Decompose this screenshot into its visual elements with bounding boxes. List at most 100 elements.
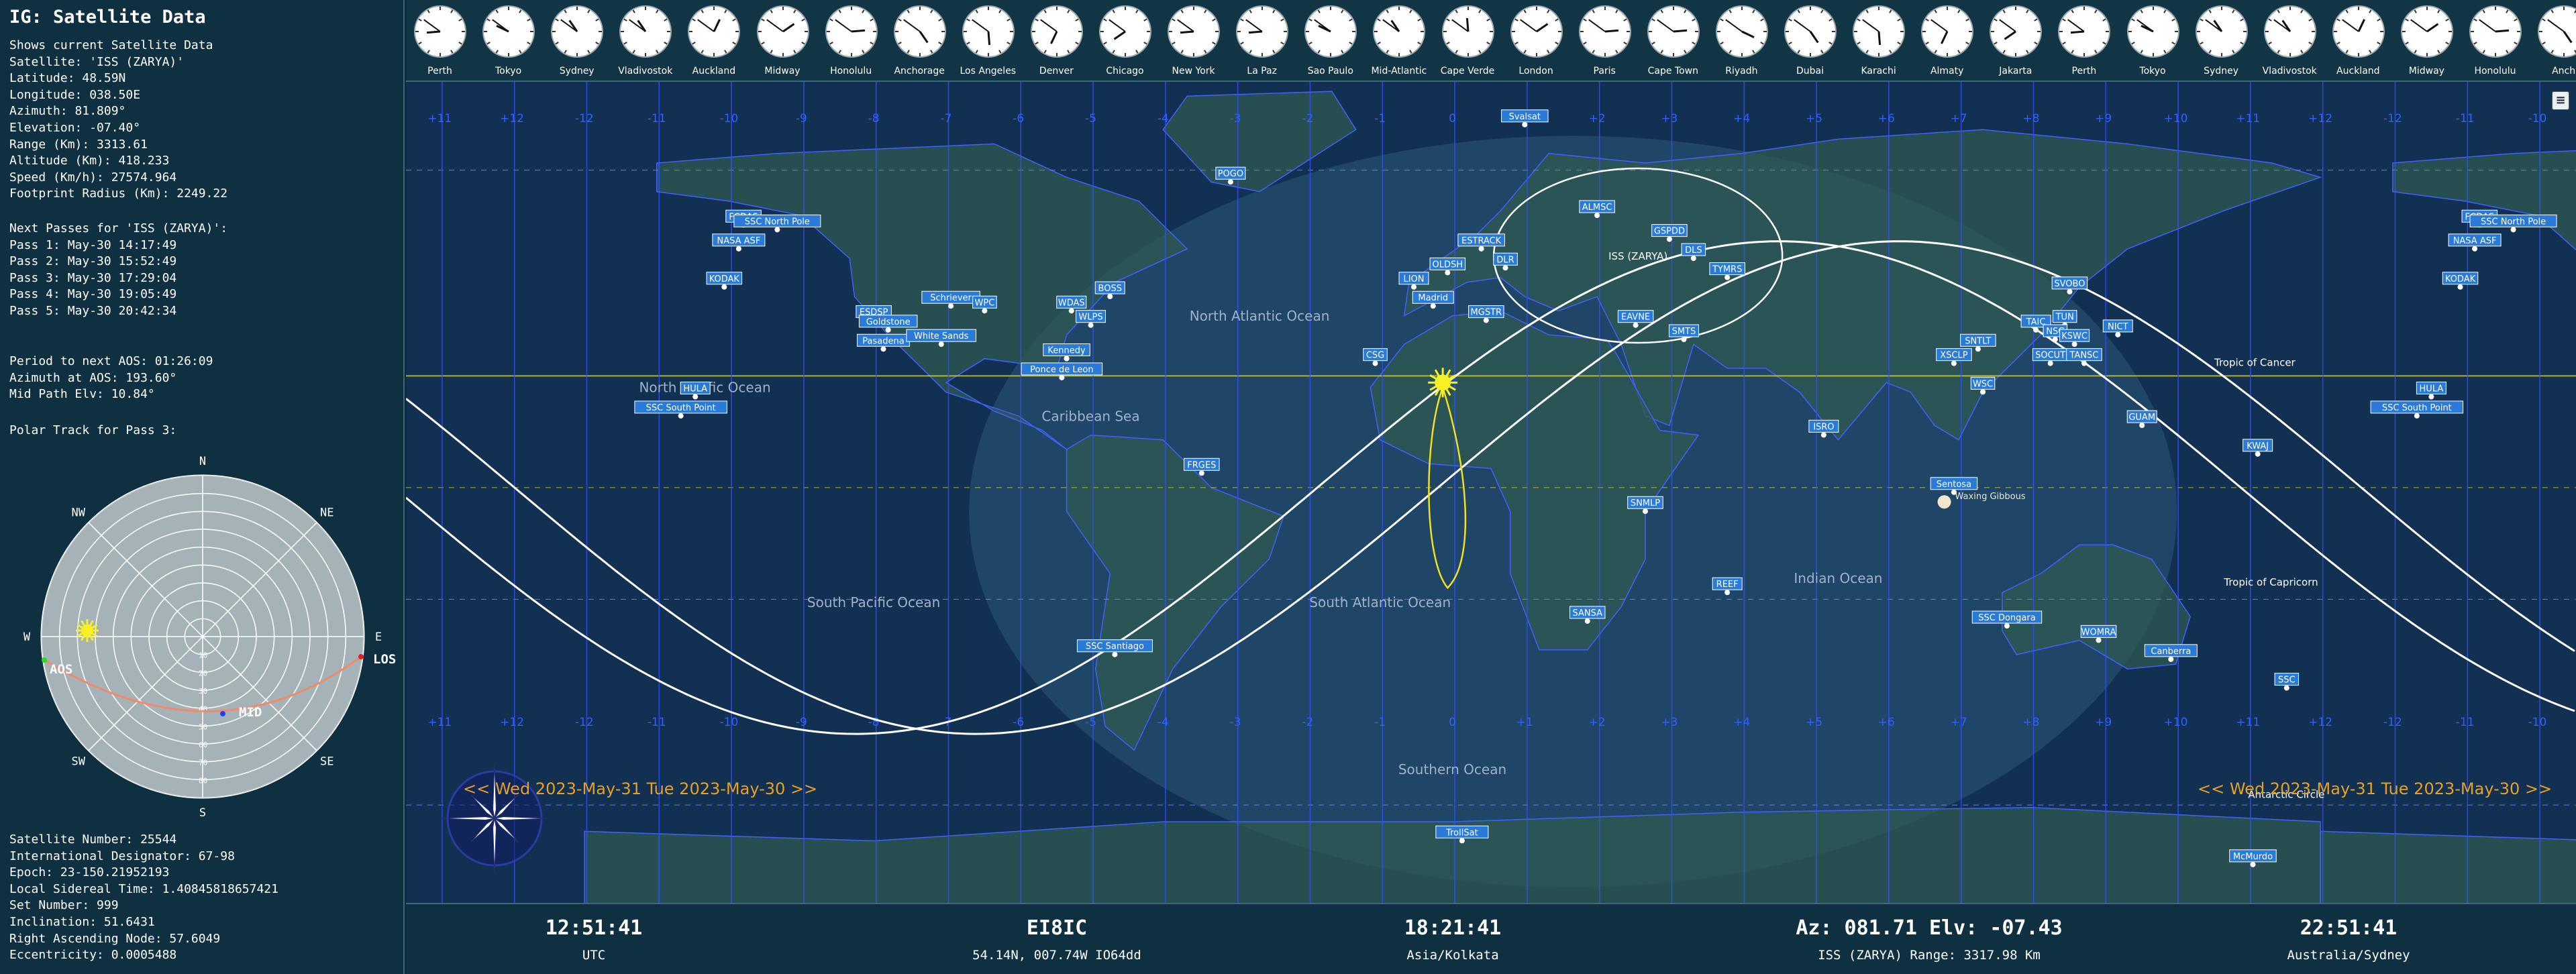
ground-station-label: KWAJ [2247, 441, 2269, 451]
ground-station-label: TANSC [2069, 351, 2099, 361]
ground-station-label: POGO [1218, 169, 1243, 179]
clock-face-icon [1921, 5, 1974, 58]
world-clock: Auckland [2324, 0, 2392, 80]
satellite-info-block: Shows current Satellite Data Satellite: '… [9, 38, 227, 203]
ground-station-marker [2428, 394, 2434, 400]
timezone-number: +8 [2022, 716, 2039, 729]
dx-zone: Australia/Sydney [2287, 948, 2410, 963]
clock-face-icon [2126, 5, 2179, 58]
timezone-number: -11 [648, 716, 666, 729]
ground-station-marker [2255, 451, 2261, 457]
ocean-label: Indian Ocean [1794, 570, 1882, 586]
ground-station-marker [1059, 374, 1065, 380]
clock-hour-hand [426, 30, 441, 34]
ground-station-label: TAIC [2026, 317, 2046, 327]
aos-line: Azimuth at AOS: 193.60° [9, 370, 177, 385]
ground-station-marker [1690, 256, 1696, 262]
world-map[interactable]: +11 +11 +12 +12 -12 -12 -11 -11 -10 -10 -9 -9 -8 -8 -7… [406, 82, 2576, 903]
timezone-number: +11 [2236, 716, 2260, 729]
world-clock: Midway [749, 0, 817, 80]
ground-station-marker [2472, 246, 2478, 252]
callsign: EI8IC [1026, 916, 1088, 940]
polar-direction-se: SE [320, 755, 333, 768]
ground-station-marker [2096, 637, 2102, 643]
clock-face-icon [1853, 5, 1906, 58]
world-clock: New York [1160, 0, 1227, 80]
tle-line: Inclination: 51.6431 [9, 914, 155, 929]
clock-city-label: Almaty [1930, 66, 1964, 76]
world-clock: Los Angeles [954, 0, 1022, 80]
polar-plot-svg: 1020304050607080NNEESESSWWNWAOSMIDLOS [23, 455, 396, 820]
clock-city-label: New York [1172, 66, 1215, 76]
ground-station-marker [1459, 838, 1465, 844]
world-clock: Denver [1023, 0, 1090, 80]
world-clock: Anchorage [886, 0, 954, 80]
clock-hour-hand [1249, 30, 1263, 34]
timezone-number: +3 [1661, 716, 1678, 729]
timezone-number: -11 [2456, 716, 2475, 729]
timezone-number: -1 [1374, 112, 1386, 125]
ground-station-marker [1068, 308, 1074, 314]
ground-station-marker [1642, 508, 1648, 515]
ground-station-label: SSC North Pole [745, 217, 810, 227]
aos-line: Period to next AOS: 01:26:09 [9, 354, 213, 368]
timezone-number: +8 [2022, 112, 2039, 125]
timezone-number: +12 [2308, 112, 2332, 125]
ground-station-label: KODAK [709, 274, 740, 284]
map-menu-button[interactable]: ≡ [2552, 91, 2569, 110]
timezone-number: -12 [575, 112, 594, 125]
timezone-number: +6 [1878, 112, 1895, 125]
los-label: LOS [373, 652, 396, 667]
timezone-number: -11 [648, 112, 666, 125]
tle-line: Epoch: 23-150.21952193 [9, 865, 170, 880]
polar-track-title: Polar Track for Pass 3: [9, 423, 177, 437]
clock-city-label: Cape Verde [1440, 66, 1495, 76]
tle-line: Right Ascending Node: 57.6049 [9, 931, 221, 946]
ground-station-marker [2139, 423, 2145, 429]
ground-station-label: McMurdo [2233, 852, 2273, 862]
ground-station-marker [1724, 590, 1731, 596]
clock-face-icon [2469, 5, 2522, 58]
satellite-data-panel: IG: Satellite Data Shows current Satelli… [0, 0, 405, 974]
ground-station-marker [1411, 284, 1417, 290]
ground-station-label: White Sands [914, 331, 969, 341]
timezone-number: +6 [1878, 716, 1895, 729]
ocean-label: Caribbean Sea [1041, 408, 1139, 424]
ground-station-label: KSWC [2061, 331, 2088, 341]
date-nav-left[interactable]: << Wed 2023-May-31 Tue 2023-May-30 >> [463, 779, 817, 798]
ground-station-label: TYMRS [1712, 265, 1742, 275]
ground-station-label: WDAS [1058, 298, 1085, 308]
clock-city-label: Karachi [1861, 66, 1896, 76]
tropic-capricorn-label: Tropic of Capricorn [2223, 576, 2318, 588]
ground-station-label: WOMRA [2081, 627, 2116, 637]
clock-city-label: Midway [2408, 66, 2444, 76]
clock-city-label: Sydney [2204, 66, 2239, 76]
timezone-number: +11 [2236, 112, 2260, 125]
clock-face-icon [1304, 5, 1357, 58]
local-clock: 18:21:41 Asia/Kolkata [1352, 916, 1553, 963]
world-clock: Vladivostok [2256, 0, 2324, 80]
ground-station-marker [1951, 360, 1957, 366]
clock-city-label: Denver [1039, 66, 1074, 76]
clock-city-label: Vladivostok [2262, 66, 2317, 76]
polar-ring-label: 60 [199, 741, 207, 749]
clock-face-icon [1168, 5, 1221, 58]
clock-city-label: Perth [427, 66, 452, 76]
mid-marker [220, 711, 225, 716]
ground-station-marker [1372, 360, 1378, 366]
dx-clock: 22:51:41 Australia/Sydney [2248, 916, 2449, 963]
dx-time: 22:51:41 [2300, 916, 2398, 940]
ground-station-label: SSC [2278, 675, 2296, 686]
date-nav-right[interactable]: << Wed 2023-May-31 Tue 2023-May-30 >> [2198, 779, 2552, 798]
ground-station-marker [982, 308, 988, 314]
clock-face-icon [1236, 5, 1289, 58]
clock-city-label: La Paz [1247, 66, 1277, 76]
timezone-number: -10 [2528, 112, 2547, 125]
station-info: EI8IC 54.14N, 007.74W IO64dd [909, 916, 1204, 963]
timezone-number: +9 [2095, 716, 2112, 729]
ground-station-marker [735, 246, 741, 252]
ocean-label: South Pacific Ocean [807, 594, 940, 610]
info-line: Latitude: 48.59N [9, 71, 126, 86]
clock-city-label: Jakarta [1999, 66, 2032, 76]
ground-station-marker [1724, 274, 1731, 280]
